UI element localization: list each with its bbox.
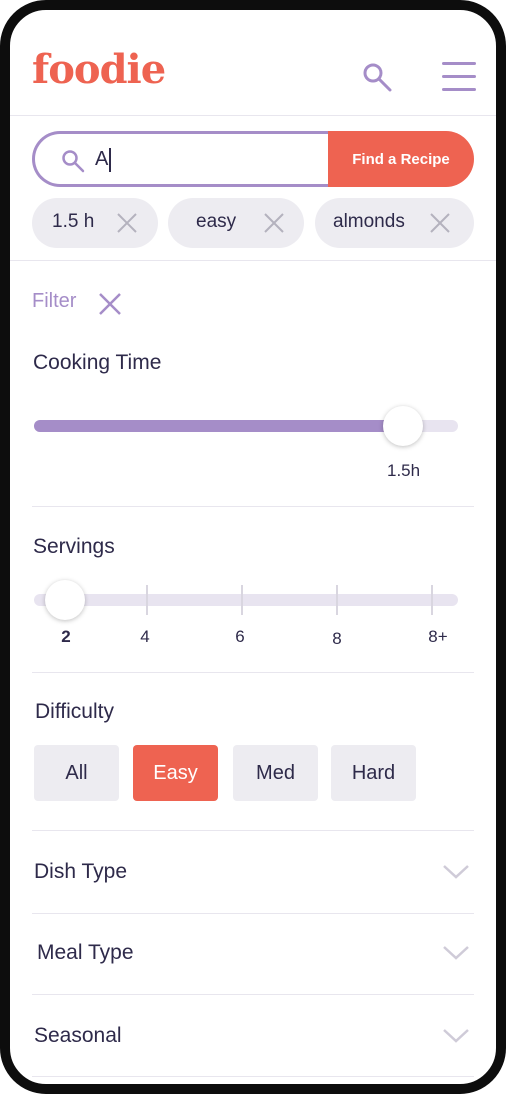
header-divider	[10, 115, 496, 116]
chip-label: 1.5 h	[52, 211, 95, 232]
chip-label: easy	[196, 211, 237, 232]
accordion-label: Meal Type	[37, 941, 134, 964]
difficulty-title: Difficulty	[35, 700, 114, 723]
search-icon[interactable]	[362, 62, 392, 92]
dish-type-accordion[interactable]: Dish Type	[34, 848, 474, 898]
search-field-icon	[62, 150, 85, 173]
section-divider	[32, 1076, 474, 1077]
accordion-label: Seasonal	[34, 1024, 122, 1047]
phone-frame: foodie A Find a Recipe 1.5 h easy almond…	[0, 0, 506, 1094]
chip-label: almonds	[333, 211, 405, 232]
app-logo[interactable]: foodie	[32, 50, 166, 90]
servings-tick-label: 8	[332, 629, 342, 648]
search-input[interactable]: A	[95, 144, 112, 174]
close-filter-icon[interactable]	[98, 292, 122, 316]
filter-chip-difficulty: easy	[168, 198, 304, 248]
slider-track	[34, 594, 458, 606]
slider-tick	[431, 585, 433, 615]
slider-tick	[241, 585, 243, 615]
servings-tick-label: 2	[61, 627, 71, 646]
servings-tick-label: 4	[140, 627, 150, 646]
remove-chip-icon[interactable]	[428, 211, 452, 235]
slider-tick	[336, 585, 338, 615]
meal-type-accordion[interactable]: Meal Type	[34, 929, 474, 979]
section-divider	[32, 994, 474, 995]
section-divider	[32, 913, 474, 914]
slider-handle[interactable]	[45, 580, 85, 620]
remove-chip-icon[interactable]	[115, 211, 139, 235]
seasonal-accordion[interactable]: Seasonal	[34, 1012, 474, 1062]
slider-handle[interactable]	[382, 406, 423, 446]
difficulty-med-button[interactable]: Med	[233, 745, 318, 801]
filter-label: Filter	[32, 290, 77, 312]
slider-fill	[34, 420, 403, 432]
chevron-down-icon	[443, 1029, 469, 1043]
difficulty-hard-button[interactable]: Hard	[331, 745, 416, 801]
text-caret	[109, 147, 112, 172]
search-input-value: A	[95, 148, 109, 170]
screen: foodie A Find a Recipe 1.5 h easy almond…	[10, 10, 496, 1084]
accordion-label: Dish Type	[34, 860, 127, 883]
hamburger-menu-icon[interactable]	[442, 62, 476, 92]
section-divider	[32, 506, 474, 507]
servings-title: Servings	[33, 535, 115, 558]
find-recipe-button[interactable]: Find a Recipe	[328, 131, 474, 187]
section-divider	[32, 672, 474, 673]
servings-tick-label: 8+	[428, 627, 448, 646]
section-divider	[32, 830, 474, 831]
chevron-down-icon	[443, 865, 469, 879]
remove-chip-icon[interactable]	[262, 211, 286, 235]
cooking-time-value: 1.5h	[387, 461, 421, 480]
filter-chip-ingredient: almonds	[315, 198, 474, 248]
search-field[interactable]: A	[32, 131, 342, 187]
cooking-time-title: Cooking Time	[33, 351, 162, 374]
servings-tick-label: 6	[235, 627, 245, 646]
chips-divider	[10, 260, 496, 261]
difficulty-all-button[interactable]: All	[34, 745, 119, 801]
filter-chip-time: 1.5 h	[32, 198, 158, 248]
recipe-search-bar: A Find a Recipe	[32, 131, 474, 187]
chevron-down-icon	[443, 946, 469, 960]
difficulty-easy-button[interactable]: Easy	[133, 745, 218, 801]
slider-tick	[146, 585, 148, 615]
